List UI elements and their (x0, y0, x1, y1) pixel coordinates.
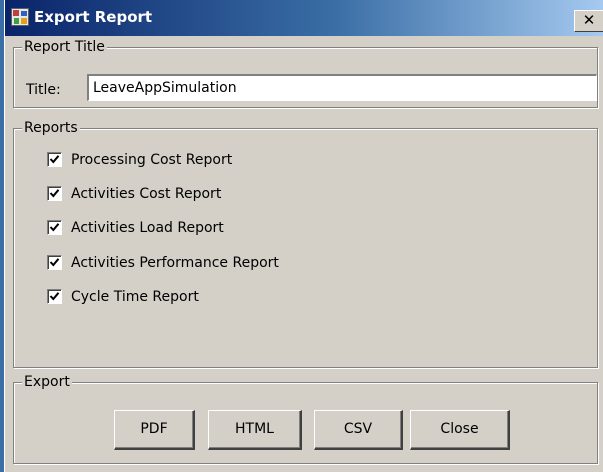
checkbox[interactable] (47, 220, 62, 235)
checkbox[interactable] (47, 152, 62, 167)
report-option-label: Cycle Time Report (71, 289, 199, 305)
checkbox[interactable] (47, 255, 62, 270)
title-label: Title: (26, 82, 61, 98)
report-option-label: Activities Cost Report (71, 186, 222, 202)
checkbox[interactable] (47, 186, 62, 201)
report-option-label: Activities Load Report (71, 220, 224, 236)
report-option-label: Processing Cost Report (71, 152, 233, 168)
export-report-icon (11, 8, 29, 26)
pdf-button[interactable]: PDF (114, 410, 195, 450)
html-button[interactable]: HTML (208, 410, 302, 450)
title-bar[interactable]: Export Report (5, 0, 603, 36)
report-title-legend: Report Title (22, 38, 107, 56)
csv-button[interactable]: CSV (314, 410, 403, 450)
report-option-label: Activities Performance Report (71, 255, 279, 271)
checkbox[interactable] (47, 289, 62, 304)
export-group: Export (13, 373, 598, 464)
export-legend: Export (22, 373, 72, 391)
close-button[interactable]: Close (410, 410, 510, 450)
close-window-button[interactable]: ✕ (574, 10, 603, 32)
reports-legend: Reports (22, 119, 80, 137)
window-title: Export Report (34, 8, 153, 26)
title-input[interactable] (87, 74, 597, 101)
